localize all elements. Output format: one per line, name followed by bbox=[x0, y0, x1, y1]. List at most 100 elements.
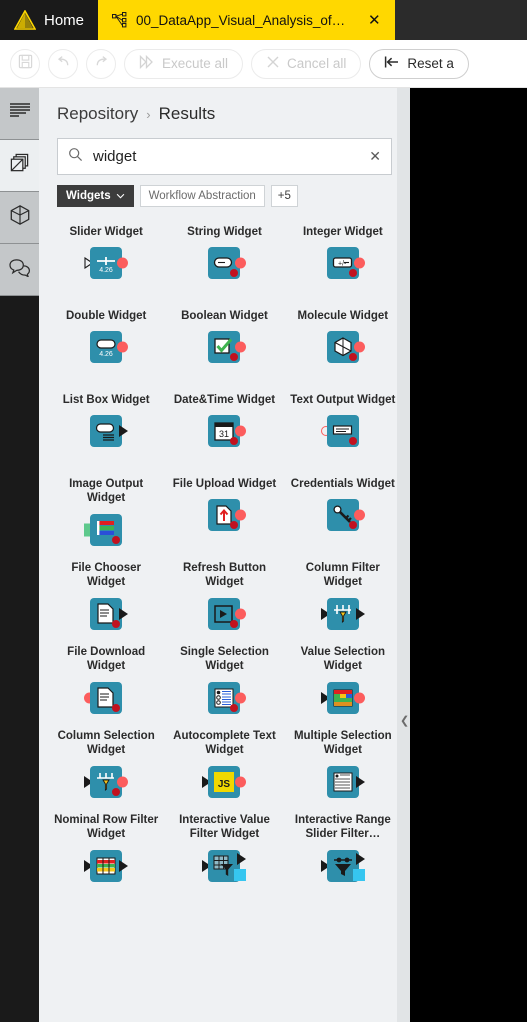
execute-all-button[interactable]: Execute all bbox=[124, 48, 244, 79]
chevron-left-icon[interactable]: ❮ bbox=[400, 714, 409, 727]
reset-all-button[interactable]: Reset a bbox=[369, 48, 469, 79]
node-template-item[interactable]: Double Widget 4.26 bbox=[47, 307, 165, 391]
node-figure bbox=[295, 594, 391, 634]
undo-button[interactable] bbox=[48, 48, 78, 79]
speech-bubbles-icon bbox=[8, 258, 31, 282]
flow-variable-port bbox=[112, 787, 121, 796]
workflow-icon bbox=[112, 12, 128, 28]
tab-workflow-label: 00_DataApp_Visual_Analysis_of_Sales_… bbox=[136, 12, 350, 28]
flow-variable-port bbox=[230, 269, 239, 278]
node-template-item[interactable]: Autocomplete Text Widget JS bbox=[165, 727, 283, 811]
node-figure bbox=[176, 327, 272, 367]
node-template-label: Slider Widget bbox=[69, 226, 143, 238]
node-template-item[interactable]: Boolean Widget bbox=[165, 307, 283, 391]
node-template-item[interactable]: File Download Widget bbox=[47, 643, 165, 727]
cancel-all-button[interactable]: Cancel all bbox=[251, 48, 362, 79]
node-template-item[interactable]: Integer Widget +/- bbox=[284, 223, 402, 307]
rail-item-space-explorer[interactable] bbox=[0, 192, 39, 244]
flow-variable-port bbox=[348, 269, 357, 278]
rail-item-node-repository[interactable] bbox=[0, 140, 39, 192]
node-template-item[interactable]: Refresh Button Widget bbox=[165, 559, 283, 643]
node-template-item[interactable]: String Widget bbox=[165, 223, 283, 307]
node-template-item[interactable]: Column Selection Widget bbox=[47, 727, 165, 811]
node-template-item[interactable]: Value Selection Widget bbox=[284, 643, 402, 727]
node-output-port-view bbox=[234, 868, 247, 881]
node-template-item[interactable]: File Upload Widget bbox=[165, 475, 283, 559]
node-template-item[interactable]: List Box Widget bbox=[47, 391, 165, 475]
node-template-item[interactable]: Interactive Range Slider Filter… bbox=[284, 811, 402, 895]
node-template-item[interactable]: Text Output Widget bbox=[284, 391, 402, 475]
node-body[interactable] bbox=[326, 597, 359, 630]
node-template-item[interactable]: Slider Widget 4.26 bbox=[47, 223, 165, 307]
node-output-port-triangle bbox=[355, 607, 365, 620]
rail-item-ai-assistant[interactable] bbox=[0, 244, 39, 296]
node-template-item[interactable]: Image Output Widget bbox=[47, 475, 165, 559]
node-body[interactable] bbox=[326, 415, 359, 448]
node-template-item[interactable]: Single Selection Widget bbox=[165, 643, 283, 727]
tab-workflow[interactable]: 00_DataApp_Visual_Analysis_of_Sales_… ✕ bbox=[98, 0, 395, 40]
save-button[interactable] bbox=[10, 48, 40, 79]
node-body[interactable] bbox=[90, 597, 123, 630]
node-figure: 4.26 bbox=[58, 327, 154, 367]
filter-tag-more-label: +5 bbox=[277, 190, 291, 202]
description-lines-icon bbox=[9, 102, 31, 125]
breadcrumb-root[interactable]: Repository bbox=[57, 104, 138, 124]
node-body[interactable] bbox=[90, 415, 123, 448]
filter-tag-widgets[interactable]: Widgets bbox=[57, 185, 134, 207]
node-body[interactable] bbox=[90, 849, 123, 882]
node-template-item[interactable]: Credentials Widget bbox=[284, 475, 402, 559]
node-output-port-view bbox=[352, 868, 365, 881]
node-output-port-triangle bbox=[237, 852, 247, 865]
search-box[interactable]: widget ✕ bbox=[57, 138, 392, 175]
save-icon bbox=[18, 54, 33, 74]
node-figure bbox=[295, 327, 391, 367]
node-template-item[interactable]: Molecule Widget bbox=[284, 307, 402, 391]
filter-tag-more[interactable]: +5 bbox=[270, 185, 298, 207]
node-template-label: Molecule Widget bbox=[297, 310, 389, 322]
node-figure bbox=[58, 678, 154, 718]
filter-tag-list: Widgets Workflow Abstraction +5 bbox=[39, 175, 410, 207]
node-template-label: Autocomplete Text Widget bbox=[173, 730, 276, 757]
node-template-item[interactable]: Nominal Row Filter Widget bbox=[47, 811, 165, 895]
node-output-port-triangle bbox=[355, 852, 365, 865]
rail-item-description[interactable] bbox=[0, 88, 39, 140]
reset-icon bbox=[384, 55, 400, 72]
node-template-label: Boolean Widget bbox=[181, 310, 268, 322]
node-body[interactable] bbox=[326, 765, 359, 798]
node-output-port-dot bbox=[235, 425, 247, 437]
node-template-item[interactable]: Interactive Value Filter Widget bbox=[165, 811, 283, 895]
js-icon: JS bbox=[213, 771, 235, 793]
flow-variable-port bbox=[348, 437, 357, 446]
node-body[interactable] bbox=[90, 681, 123, 714]
node-template-label: Column Filter Widget bbox=[305, 562, 380, 589]
knime-logo-icon bbox=[13, 9, 37, 30]
left-icon-rail bbox=[0, 88, 39, 1022]
search-input[interactable]: widget bbox=[93, 148, 359, 165]
node-template-item[interactable]: Multiple Selection Widget bbox=[284, 727, 402, 811]
chevron-down-icon bbox=[116, 190, 125, 202]
node-template-label: Credentials Widget bbox=[290, 478, 395, 490]
flow-variable-port bbox=[230, 619, 239, 628]
node-template-label: File Chooser Widget bbox=[71, 562, 141, 589]
node-template-item[interactable]: File Chooser Widget bbox=[47, 559, 165, 643]
node-output-port-dot bbox=[353, 509, 365, 521]
node-figure bbox=[176, 678, 272, 718]
execute-all-label: Execute all bbox=[162, 56, 229, 71]
node-figure bbox=[58, 411, 154, 451]
multiple-selection-icon bbox=[332, 771, 354, 793]
node-body[interactable] bbox=[90, 513, 123, 546]
node-repository-panel: Repository › Results widget ✕ Widgets Wo… bbox=[39, 88, 410, 1022]
node-template-label: Text Output Widget bbox=[290, 394, 396, 406]
filter-tag-workflow-abstraction[interactable]: Workflow Abstraction bbox=[139, 185, 265, 207]
redo-icon bbox=[93, 54, 110, 74]
node-output-port-dot bbox=[235, 257, 247, 269]
close-icon[interactable]: ✕ bbox=[368, 13, 381, 28]
redo-button[interactable] bbox=[86, 48, 116, 79]
close-icon[interactable]: ✕ bbox=[369, 148, 381, 165]
value-selection-icon bbox=[332, 687, 354, 709]
node-template-item[interactable]: Column Filter Widget bbox=[284, 559, 402, 643]
tab-home[interactable]: Home bbox=[0, 0, 99, 40]
node-template-label: List Box Widget bbox=[62, 394, 150, 406]
node-template-item[interactable]: Date&Time Widget 31 bbox=[165, 391, 283, 475]
panel-resize-handle[interactable] bbox=[397, 88, 410, 1022]
